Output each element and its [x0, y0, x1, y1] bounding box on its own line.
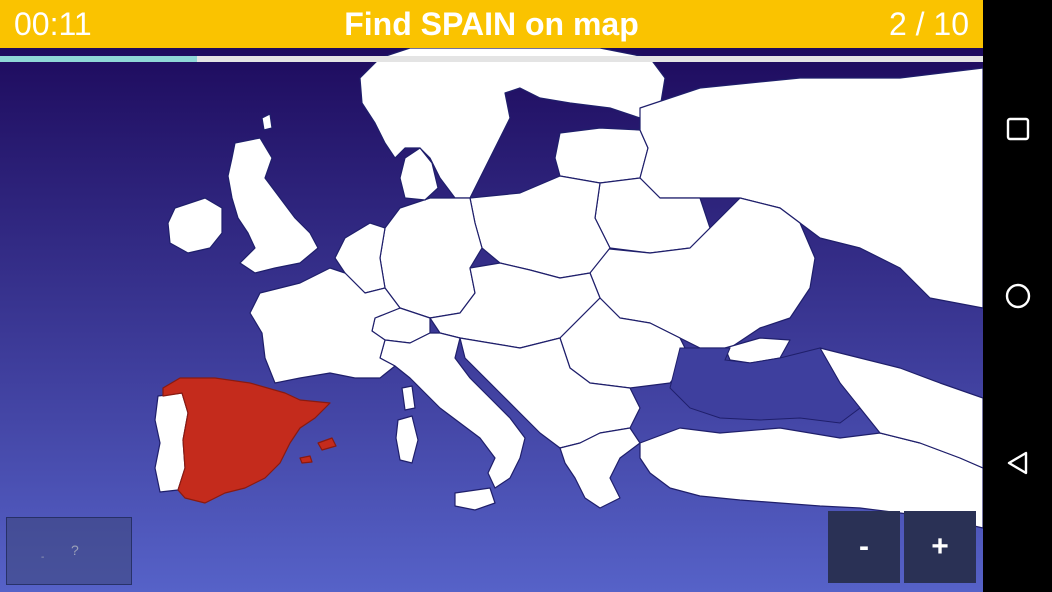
zoom-out-button[interactable]: -: [828, 511, 900, 583]
question-counter: 2 / 10: [888, 6, 969, 42]
hint-label: ?: [71, 542, 79, 558]
hint-sub-label: -: [41, 552, 45, 563]
question-title: Find SPAIN on map: [344, 6, 639, 42]
country-baltics[interactable]: [554, 127, 649, 184]
country-germany[interactable]: [379, 197, 483, 319]
country-corsica[interactable]: [401, 385, 416, 411]
triangle-back-icon[interactable]: [1005, 450, 1031, 476]
zoom-in-button[interactable]: +: [904, 511, 976, 583]
time-progress-bar: [0, 56, 983, 62]
square-icon[interactable]: [1005, 116, 1031, 142]
circle-icon[interactable]: [1005, 283, 1031, 309]
android-nav-bar: [983, 0, 1052, 592]
top-bar: 00:11 Find SPAIN on map 2 / 10: [0, 0, 983, 48]
time-progress-fill: [0, 56, 197, 62]
hint-button[interactable]: - ?: [6, 517, 132, 585]
game-screen: 00:11 Find SPAIN on map 2 / 10 - ? - +: [0, 0, 983, 592]
